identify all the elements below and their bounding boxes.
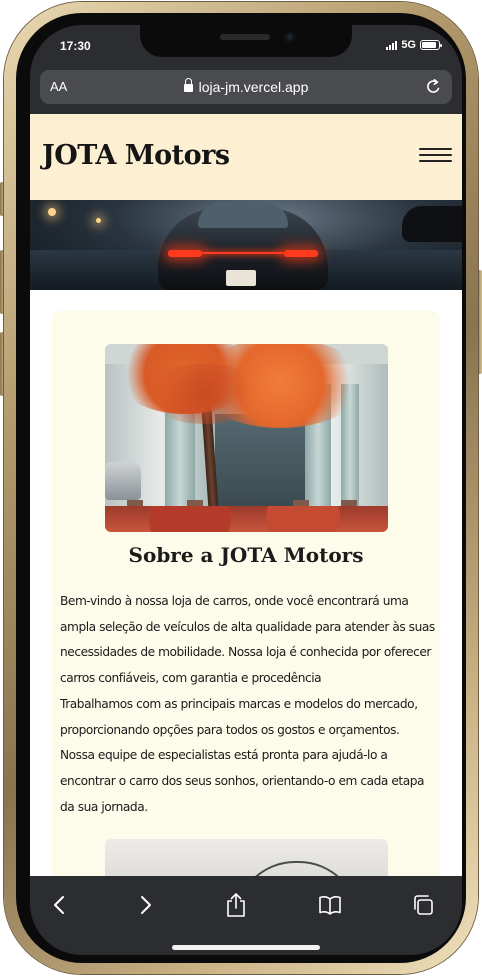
about-line: Trabalhamos com as principais marcas e m… (60, 696, 418, 711)
about-line: necessidades de mobilidade. Nossa loja é… (60, 645, 431, 660)
url-text: loja-jm.vercel.app (198, 79, 309, 95)
about-section: Sobre a JOTA Motors Bem-vindo à nossa lo… (52, 311, 440, 876)
signal-icon (386, 40, 398, 50)
hero-light-strip (202, 252, 284, 254)
about-title: Sobre a JOTA Motors (128, 543, 364, 567)
status-bar: 17:30 5G (30, 25, 462, 69)
status-time: 17:30 (60, 39, 91, 53)
battery-level (422, 42, 436, 48)
about-line: carros confiáveis, com garantia e proced… (60, 671, 322, 686)
about-line: encontrar o carro dos seus sonhos, orien… (60, 773, 425, 788)
hero-taillight-left (168, 250, 202, 257)
hero-license-plate (226, 270, 256, 286)
hero-taillight-right (284, 250, 318, 257)
about-line: Bem-vindo à nossa loja de carros, onde v… (60, 594, 409, 608)
notch (140, 25, 352, 57)
status-indicators: 5G (386, 39, 442, 51)
forward-icon[interactable] (131, 890, 161, 920)
site-header: JOTA Motors (30, 114, 462, 200)
hamburger-menu-icon[interactable] (419, 148, 452, 164)
battery-icon (420, 40, 442, 50)
parked-car (105, 462, 141, 500)
about-line: da sua jornada. (60, 799, 148, 814)
bookmarks-icon[interactable] (315, 890, 345, 920)
hero-parked-car (402, 206, 462, 242)
hero-car-window (198, 202, 288, 228)
earpiece-speaker (220, 34, 270, 40)
tabs-icon[interactable] (408, 890, 438, 920)
url-field[interactable]: loja-jm.vercel.app (40, 78, 452, 95)
browser-toolbar (30, 876, 462, 955)
hero-lamp (96, 218, 101, 223)
phone-screen: 17:30 5G AA loja-jm.vercel.app JOTA Moto… (30, 25, 462, 955)
tree-foliage (145, 364, 265, 424)
lock-icon (183, 78, 193, 92)
web-page: JOTA Motors Sobre a JOTA Motors Bem-vind… (30, 114, 462, 876)
reload-icon[interactable] (422, 76, 444, 98)
about-line: Nossa equipe de especialistas está pront… (60, 748, 388, 763)
site-logo[interactable]: JOTA Motors (42, 140, 230, 171)
network-label: 5G (401, 39, 416, 51)
about-paragraph: Bem-vindo à nossa loja de carros, onde v… (60, 589, 436, 820)
about-line: proporcionando opções para todos os gost… (60, 722, 400, 737)
home-indicator[interactable] (172, 945, 320, 950)
about-line: ampla seleção de veículos de alta qualid… (60, 619, 435, 634)
car-sketch-image (105, 839, 388, 876)
back-icon[interactable] (44, 890, 74, 920)
fallen-leaves-ground (105, 506, 388, 532)
hero-lamp (48, 208, 56, 216)
front-camera (284, 31, 296, 43)
about-store-image (105, 344, 388, 532)
address-bar[interactable]: AA loja-jm.vercel.app (40, 70, 452, 104)
share-icon[interactable] (221, 890, 251, 920)
hero-banner-image (30, 200, 462, 290)
store-glass-front (215, 414, 305, 509)
